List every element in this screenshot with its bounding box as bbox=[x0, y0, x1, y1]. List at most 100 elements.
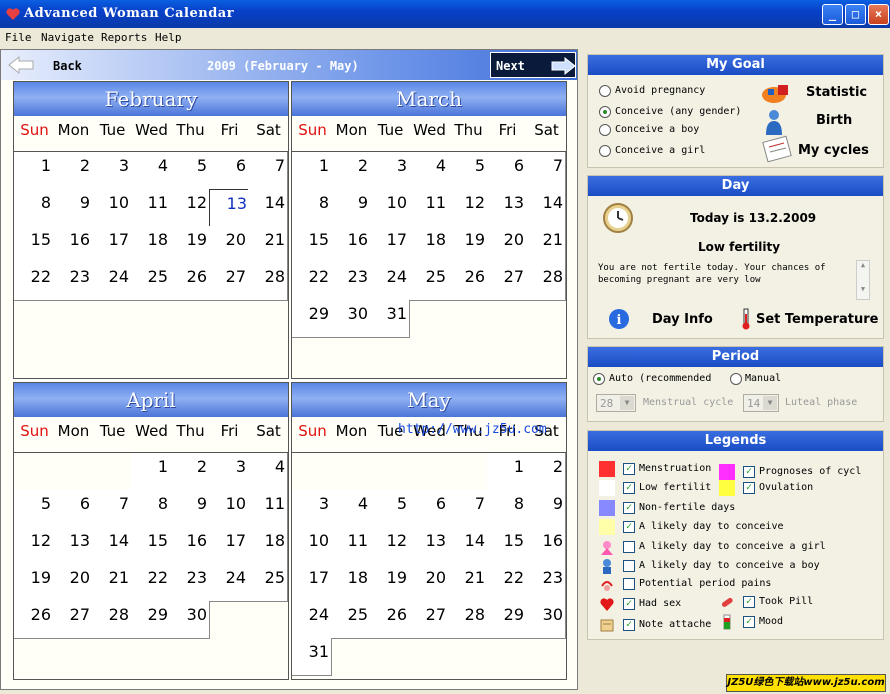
day-cell[interactable]: 5 bbox=[14, 490, 54, 528]
day-cell[interactable]: 24 bbox=[92, 263, 132, 301]
period-auto-radio[interactable] bbox=[593, 373, 605, 385]
day-cell[interactable]: 28 bbox=[248, 263, 288, 301]
day-cell[interactable]: 10 bbox=[370, 189, 410, 227]
day-cell[interactable]: 9 bbox=[53, 189, 93, 227]
day-cell[interactable]: 20 bbox=[53, 564, 93, 602]
menu-help[interactable]: Help bbox=[155, 31, 182, 44]
day-cell[interactable]: 18 bbox=[331, 564, 371, 602]
day-cell[interactable]: 20 bbox=[209, 226, 249, 264]
day-cell[interactable]: 23 bbox=[331, 263, 371, 301]
day-cell[interactable]: 9 bbox=[526, 490, 566, 528]
day-cell[interactable]: 4 bbox=[248, 453, 288, 491]
day-cell[interactable]: 1 bbox=[131, 453, 171, 491]
day-cell[interactable]: 1 bbox=[14, 152, 54, 190]
day-cell[interactable]: 20 bbox=[487, 226, 527, 264]
day-cell[interactable]: 14 bbox=[448, 527, 488, 565]
next-button[interactable]: Next bbox=[490, 52, 576, 78]
day-cell[interactable]: 31 bbox=[370, 300, 410, 338]
back-button[interactable]: Back bbox=[53, 59, 82, 73]
day-cell[interactable]: 16 bbox=[526, 527, 566, 565]
day-cell[interactable]: 3 bbox=[370, 152, 410, 190]
day-cell[interactable]: 16 bbox=[170, 527, 210, 565]
day-cell[interactable]: 12 bbox=[448, 189, 488, 227]
day-cell[interactable]: 7 bbox=[248, 152, 288, 190]
period-manual-radio[interactable] bbox=[730, 373, 742, 385]
legend-checkbox[interactable]: ✓ bbox=[743, 482, 755, 494]
day-cell[interactable]: 17 bbox=[209, 527, 249, 565]
day-cell[interactable]: 14 bbox=[248, 189, 288, 227]
goal-avoid-radio[interactable] bbox=[599, 85, 611, 97]
day-cell[interactable]: 24 bbox=[292, 601, 332, 639]
day-cell[interactable]: 25 bbox=[331, 601, 371, 639]
day-cell[interactable]: 11 bbox=[331, 527, 371, 565]
cycle-length-select[interactable]: 28 ▼ bbox=[596, 394, 636, 412]
day-cell[interactable]: 3 bbox=[92, 152, 132, 190]
statistic-icon[interactable] bbox=[760, 81, 792, 105]
day-cell[interactable]: 19 bbox=[370, 564, 410, 602]
legend-checkbox[interactable]: ✓ bbox=[623, 463, 635, 475]
day-cell[interactable]: 14 bbox=[526, 189, 566, 227]
day-cell[interactable]: 23 bbox=[170, 564, 210, 602]
day-cell[interactable]: 23 bbox=[53, 263, 93, 301]
legend-checkbox[interactable] bbox=[623, 578, 635, 590]
day-cell[interactable]: 3 bbox=[209, 453, 249, 491]
day-cell[interactable]: 6 bbox=[53, 490, 93, 528]
luteal-phase-select[interactable]: 14 ▼ bbox=[743, 394, 779, 412]
cycles-icon[interactable] bbox=[762, 135, 792, 163]
day-cell[interactable]: 10 bbox=[292, 527, 332, 565]
day-cell[interactable]: 17 bbox=[92, 226, 132, 264]
day-cell[interactable]: 27 bbox=[409, 601, 449, 639]
day-cell[interactable]: 21 bbox=[526, 226, 566, 264]
day-cell[interactable]: 8 bbox=[131, 490, 171, 528]
legend-checkbox[interactable]: ✓ bbox=[623, 482, 635, 494]
legend-checkbox[interactable]: ✓ bbox=[743, 596, 755, 608]
day-cell[interactable]: 22 bbox=[131, 564, 171, 602]
legend-checkbox[interactable]: ✓ bbox=[623, 598, 635, 610]
day-cell[interactable]: 19 bbox=[448, 226, 488, 264]
menu-reports[interactable]: Reports bbox=[101, 31, 147, 44]
day-cell[interactable]: 30 bbox=[170, 601, 210, 639]
day-cell[interactable]: 2 bbox=[331, 152, 371, 190]
legend-checkbox[interactable]: ✓ bbox=[623, 521, 635, 533]
day-cell[interactable]: 7 bbox=[526, 152, 566, 190]
scroll-up-icon[interactable]: ▲ bbox=[857, 261, 869, 275]
day-cell[interactable]: 9 bbox=[170, 490, 210, 528]
legend-checkbox[interactable] bbox=[623, 560, 635, 572]
day-cell[interactable]: 25 bbox=[409, 263, 449, 301]
info-icon[interactable]: i bbox=[608, 308, 630, 330]
day-cell[interactable]: 10 bbox=[92, 189, 132, 227]
day-cell[interactable]: 28 bbox=[92, 601, 132, 639]
day-cell[interactable]: 10 bbox=[209, 490, 249, 528]
day-cell[interactable]: 12 bbox=[14, 527, 54, 565]
day-cell[interactable]: 26 bbox=[14, 601, 54, 639]
menu-navigate[interactable]: Navigate bbox=[41, 31, 94, 44]
day-cell[interactable]: 28 bbox=[526, 263, 566, 301]
day-cell[interactable]: 31 bbox=[292, 638, 332, 676]
day-cell[interactable]: 6 bbox=[409, 490, 449, 528]
day-cell[interactable]: 5 bbox=[370, 490, 410, 528]
day-cell[interactable]: 7 bbox=[92, 490, 132, 528]
day-cell[interactable]: 18 bbox=[248, 527, 288, 565]
day-cell[interactable]: 27 bbox=[209, 263, 249, 301]
day-cell[interactable]: 26 bbox=[170, 263, 210, 301]
day-cell[interactable]: 15 bbox=[131, 527, 171, 565]
legend-checkbox[interactable]: ✓ bbox=[623, 502, 635, 514]
day-cell[interactable]: 13 bbox=[53, 527, 93, 565]
day-cell[interactable]: 8 bbox=[487, 490, 527, 528]
legend-checkbox[interactable]: ✓ bbox=[623, 619, 635, 631]
day-cell[interactable]: 24 bbox=[209, 564, 249, 602]
day-cell[interactable]: 5 bbox=[170, 152, 210, 190]
day-cell[interactable]: 29 bbox=[487, 601, 527, 639]
day-cell[interactable]: 30 bbox=[526, 601, 566, 639]
day-cell[interactable]: 20 bbox=[409, 564, 449, 602]
day-cell[interactable]: 25 bbox=[131, 263, 171, 301]
day-cell[interactable]: 22 bbox=[14, 263, 54, 301]
close-button[interactable]: × bbox=[868, 4, 889, 25]
goal-conceive-radio[interactable] bbox=[599, 106, 611, 118]
day-cell[interactable]: 14 bbox=[92, 527, 132, 565]
day-cell[interactable]: 15 bbox=[487, 527, 527, 565]
day-cell[interactable]: 23 bbox=[526, 564, 566, 602]
day-cell[interactable]: 8 bbox=[14, 189, 54, 227]
day-cell[interactable]: 12 bbox=[370, 527, 410, 565]
legend-checkbox[interactable]: ✓ bbox=[743, 466, 755, 478]
